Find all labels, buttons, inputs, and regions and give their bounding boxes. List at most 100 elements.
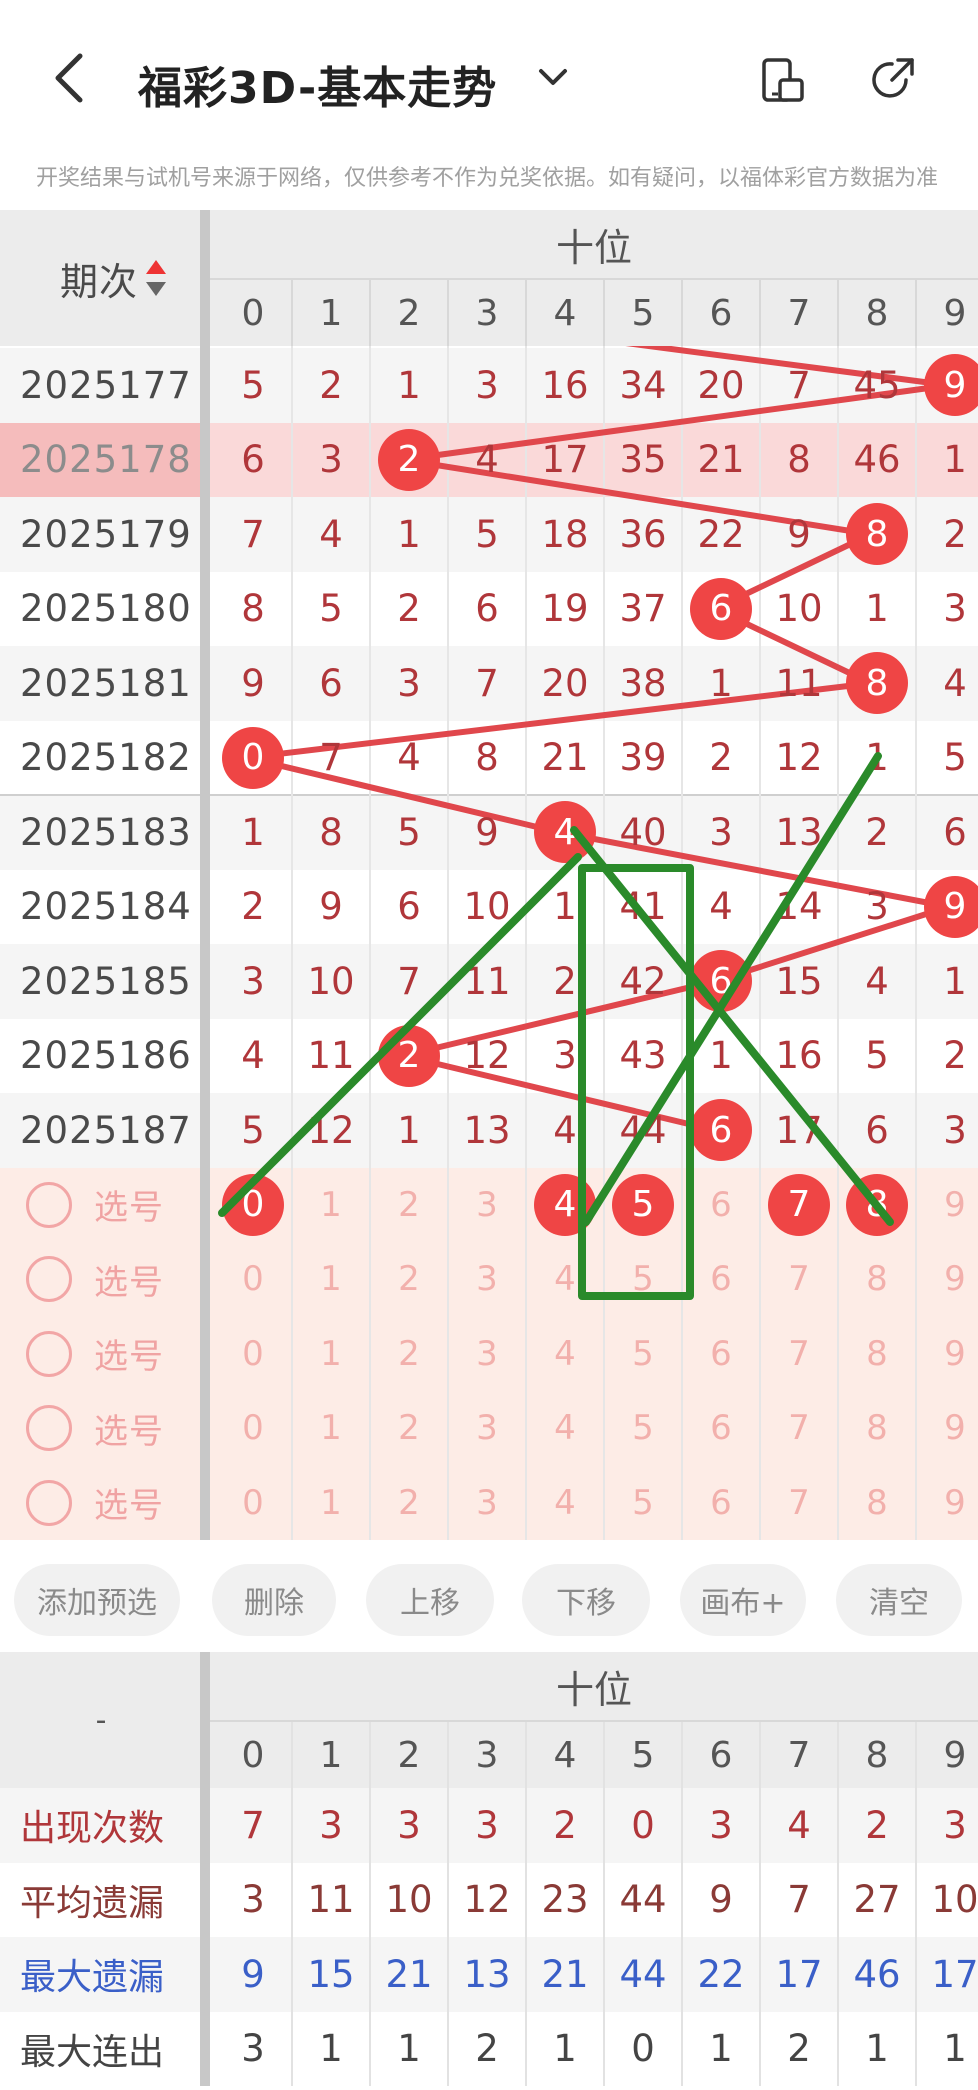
radio-circle-icon[interactable]	[26, 1256, 72, 1303]
issue-column-header[interactable]: 期次	[0, 210, 202, 346]
radio-circle-icon[interactable]	[26, 1405, 72, 1452]
select-digit-4[interactable]: 4	[526, 1168, 604, 1243]
select-digit-7[interactable]: 7	[760, 1391, 838, 1466]
miss-count: 9	[241, 661, 265, 705]
select-digit-9[interactable]: 9	[916, 1391, 978, 1466]
select-digit-0[interactable]: 0	[214, 1391, 292, 1466]
select-digit-6[interactable]: 6	[682, 1242, 760, 1317]
stats-digit-header-9: 9	[943, 1734, 967, 1776]
stats-digit-header-0: 0	[241, 1734, 265, 1776]
select-digit-2[interactable]: 2	[370, 1317, 448, 1392]
select-digit-0[interactable]: 0	[214, 1466, 292, 1541]
select-digit-9[interactable]: 9	[916, 1242, 978, 1317]
action-button-3[interactable]: 下移	[522, 1564, 650, 1636]
select-digit-3[interactable]: 3	[448, 1168, 526, 1243]
select-digit-0[interactable]: 0	[214, 1242, 292, 1317]
action-button-4[interactable]: 画布+	[680, 1564, 806, 1636]
select-digit-5[interactable]: 5	[604, 1466, 682, 1541]
select-digit-6[interactable]: 6	[682, 1317, 760, 1392]
select-digit-0[interactable]: 0	[214, 1317, 292, 1392]
select-digit-6[interactable]: 6	[682, 1466, 760, 1541]
rotate-screen-button[interactable]	[758, 56, 808, 106]
select-row-toggle[interactable]: 选号	[0, 1242, 202, 1317]
miss-count: 1	[709, 1034, 733, 1078]
miss-count: 17	[775, 1108, 823, 1152]
select-row-toggle[interactable]: 选号	[0, 1168, 202, 1243]
radio-circle-icon[interactable]	[26, 1330, 72, 1377]
miss-count: 44	[619, 1108, 667, 1152]
radio-circle-icon[interactable]	[26, 1181, 72, 1228]
stats-digit-header-7: 7	[787, 1734, 811, 1776]
select-digit-4[interactable]: 4	[526, 1242, 604, 1317]
select-digit-3[interactable]: 3	[448, 1466, 526, 1541]
back-button[interactable]	[48, 48, 98, 108]
select-digit-5[interactable]: 5	[604, 1242, 682, 1317]
miss-count: 1	[709, 661, 733, 705]
title-dropdown[interactable]	[535, 62, 571, 92]
select-digit-1[interactable]: 1	[292, 1242, 370, 1317]
select-digit-4[interactable]: 4	[526, 1466, 604, 1541]
select-digit-6[interactable]: 6	[682, 1168, 760, 1243]
issue-number: 2025184	[20, 885, 192, 929]
radio-circle-icon[interactable]	[26, 1479, 72, 1526]
select-digit-4[interactable]: 4	[526, 1317, 604, 1392]
select-digit-2[interactable]: 2	[370, 1168, 448, 1243]
select-digit-8[interactable]: 8	[838, 1466, 916, 1541]
miss-count: 43	[619, 1034, 667, 1078]
select-digit-1[interactable]: 1	[292, 1466, 370, 1541]
select-digit-2[interactable]: 2	[370, 1242, 448, 1317]
miss-count: 4	[865, 959, 889, 1003]
select-digit-3[interactable]: 3	[448, 1391, 526, 1466]
select-digit-7[interactable]: 7	[760, 1317, 838, 1392]
sort-arrows-icon[interactable]	[144, 256, 168, 300]
action-button-0[interactable]: 添加预选	[14, 1564, 180, 1636]
miss-count: 6	[865, 1108, 889, 1152]
column-gridline	[915, 280, 917, 346]
select-digit-7[interactable]: 7	[760, 1466, 838, 1541]
select-digit-1[interactable]: 1	[292, 1168, 370, 1243]
miss-count: 42	[619, 959, 667, 1003]
select-digit-5[interactable]: 5	[604, 1168, 682, 1243]
issue-number: 2025187	[20, 1108, 192, 1152]
select-digit-8[interactable]: 8	[838, 1391, 916, 1466]
select-digit-0[interactable]: 0	[214, 1168, 292, 1243]
miss-count: 40	[619, 810, 667, 854]
select-digit-1[interactable]: 1	[292, 1317, 370, 1392]
share-button[interactable]	[868, 54, 918, 104]
miss-count: 3	[943, 587, 967, 631]
stat-value: 27	[853, 1878, 901, 1922]
miss-count: 4	[709, 885, 733, 929]
miss-count: 21	[541, 736, 589, 780]
select-digit-9[interactable]: 9	[916, 1168, 978, 1243]
tens-group-header: 十位	[555, 225, 632, 270]
page-title[interactable]: 福彩3D-基本走势	[138, 52, 497, 116]
select-digit-4[interactable]: 4	[526, 1391, 604, 1466]
select-digit-2[interactable]: 2	[370, 1466, 448, 1541]
stats-digit-header-2: 2	[397, 1734, 421, 1776]
miss-count: 1	[553, 885, 577, 929]
action-button-5[interactable]: 清空	[836, 1564, 962, 1636]
select-digit-1[interactable]: 1	[292, 1391, 370, 1466]
action-button-1[interactable]: 删除	[212, 1564, 336, 1636]
select-digit-8[interactable]: 8	[838, 1242, 916, 1317]
miss-count: 9	[319, 885, 343, 929]
select-digit-9[interactable]: 9	[916, 1317, 978, 1392]
select-digit-8[interactable]: 8	[838, 1168, 916, 1243]
select-row-toggle[interactable]: 选号	[0, 1317, 202, 1392]
select-digit-9[interactable]: 9	[916, 1466, 978, 1541]
select-digit-3[interactable]: 3	[448, 1242, 526, 1317]
select-digit-7[interactable]: 7	[760, 1168, 838, 1243]
select-digit-2[interactable]: 2	[370, 1391, 448, 1466]
miss-count: 36	[619, 512, 667, 556]
select-digit-7[interactable]: 7	[760, 1242, 838, 1317]
select-row-toggle[interactable]: 选号	[0, 1391, 202, 1466]
select-row-toggle[interactable]: 选号	[0, 1466, 202, 1541]
select-digit-6[interactable]: 6	[682, 1391, 760, 1466]
select-digit-3[interactable]: 3	[448, 1317, 526, 1392]
select-digit-5[interactable]: 5	[604, 1391, 682, 1466]
stat-value: 13	[463, 1952, 511, 1996]
select-digit-5[interactable]: 5	[604, 1317, 682, 1392]
select-digit-8[interactable]: 8	[838, 1317, 916, 1392]
miss-count: 41	[619, 885, 667, 929]
action-button-2[interactable]: 上移	[366, 1564, 494, 1636]
